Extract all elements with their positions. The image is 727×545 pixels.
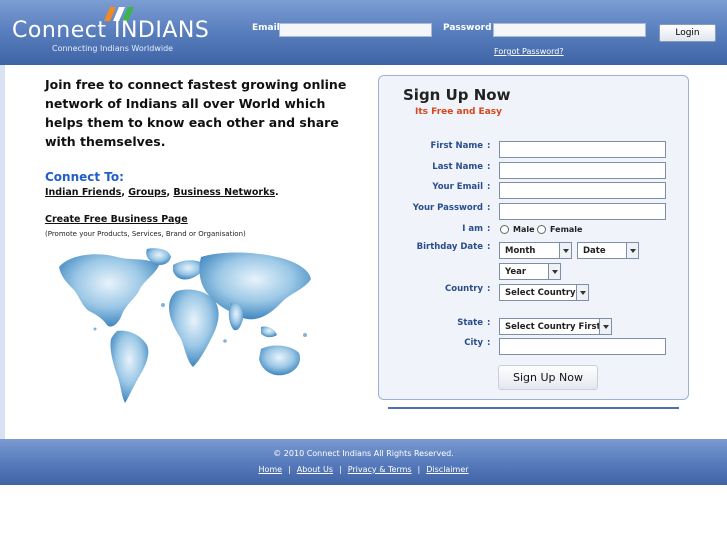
colon: : <box>487 338 491 348</box>
footer-link-home[interactable]: Home <box>258 465 282 474</box>
footer-bar: © 2010 Connect Indians All Rights Reserv… <box>0 439 727 485</box>
email-label: Email <box>252 23 280 33</box>
separator: | <box>338 465 342 474</box>
last-name-label: Last Name <box>432 162 483 172</box>
gender-female-label: Female <box>550 225 583 234</box>
birthday-label: Birthday Date <box>416 242 483 252</box>
city-input[interactable] <box>499 338 666 355</box>
state-select[interactable]: Select Country First <box>499 318 612 335</box>
link-indian-friends[interactable]: Indian Friends <box>45 187 121 198</box>
page: Connect INDIANS Connecting Indians World… <box>0 0 727 545</box>
birth-year-select[interactable]: Year <box>499 263 561 280</box>
create-page-note: (Promote your Products, Services, Brand … <box>45 230 246 238</box>
colon: : <box>487 141 491 151</box>
country-label: Country <box>445 284 483 294</box>
country-select[interactable]: Select Country <box>499 284 589 301</box>
gender-male-radio[interactable] <box>500 225 509 234</box>
footer-link-disclaimer[interactable]: Disclaimer <box>426 465 468 474</box>
chevron-down-icon <box>548 264 560 279</box>
left-border <box>0 65 5 439</box>
footer-link-privacy-terms[interactable]: Privacy & Terms <box>348 465 412 474</box>
colon: : <box>487 162 491 172</box>
birth-month-select[interactable]: Month <box>499 242 572 259</box>
site-logo[interactable]: Connect INDIANS Connecting Indians World… <box>12 6 242 58</box>
connect-links: Indian Friends, Groups, Business Network… <box>45 187 279 198</box>
login-password-input[interactable] <box>493 23 646 37</box>
iam-label: I am <box>462 224 483 234</box>
colon: : <box>487 182 491 192</box>
signup-submit-button[interactable]: Sign Up Now <box>498 365 598 390</box>
forgot-password-link[interactable]: Forgot Password? <box>494 47 564 56</box>
your-password-label: Your Password <box>412 203 483 213</box>
city-label: City <box>464 338 483 348</box>
create-business-page-link[interactable]: Create Free Business Page <box>45 214 188 225</box>
colon: : <box>487 284 491 294</box>
world-map-image <box>59 248 311 403</box>
country-value: Select Country <box>505 288 576 298</box>
last-name-input[interactable] <box>499 162 666 179</box>
footer-links: Home | About Us | Privacy & Terms | Disclaimer <box>0 465 727 474</box>
chevron-down-icon <box>576 285 588 300</box>
state-label: State <box>457 318 483 328</box>
signup-divider <box>388 407 679 409</box>
birth-year-value: Year <box>505 267 527 277</box>
gender-female-radio[interactable] <box>537 225 546 234</box>
signup-panel: Sign Up Now Its Free and Easy First Name… <box>378 75 689 400</box>
birth-date-select[interactable]: Date <box>577 242 639 259</box>
chevron-down-icon <box>559 243 571 258</box>
chevron-down-icon <box>626 243 638 258</box>
signup-title: Sign Up Now <box>403 86 511 104</box>
password-label: Password <box>443 23 492 33</box>
colon: : <box>487 318 491 328</box>
link-business-networks[interactable]: Business Networks <box>173 187 275 198</box>
separator: | <box>288 465 291 474</box>
your-email-input[interactable] <box>499 182 666 199</box>
state-value: Select Country First <box>505 322 601 332</box>
separator: | <box>417 465 421 474</box>
link-groups[interactable]: Groups <box>128 187 166 198</box>
footer-link-about-us[interactable]: About Us <box>297 465 333 474</box>
signup-subtitle: Its Free and Easy <box>415 107 502 117</box>
logo-text: Connect INDIANS <box>12 18 210 43</box>
intro-text: Join free to connect fastest growing onl… <box>45 77 347 149</box>
birth-date-value: Date <box>583 246 606 256</box>
logo-tagline: Connecting Indians Worldwide <box>52 44 174 53</box>
your-password-input[interactable] <box>499 203 666 220</box>
login-button[interactable]: Login <box>659 24 716 42</box>
colon: : <box>487 224 491 234</box>
first-name-input[interactable] <box>499 141 666 158</box>
login-email-input[interactable] <box>279 23 432 37</box>
connect-heading: Connect To: <box>45 170 124 184</box>
copyright-text: © 2010 Connect Indians All Rights Reserv… <box>273 449 454 458</box>
first-name-label: First Name <box>430 141 483 151</box>
chevron-down-icon <box>599 319 611 334</box>
gender-male-label: Male <box>513 225 535 234</box>
header-bar: Connect INDIANS Connecting Indians World… <box>0 0 727 65</box>
colon: : <box>487 203 491 213</box>
your-email-label: Your Email <box>432 182 483 192</box>
birth-month-value: Month <box>505 246 536 256</box>
colon: : <box>487 242 491 252</box>
